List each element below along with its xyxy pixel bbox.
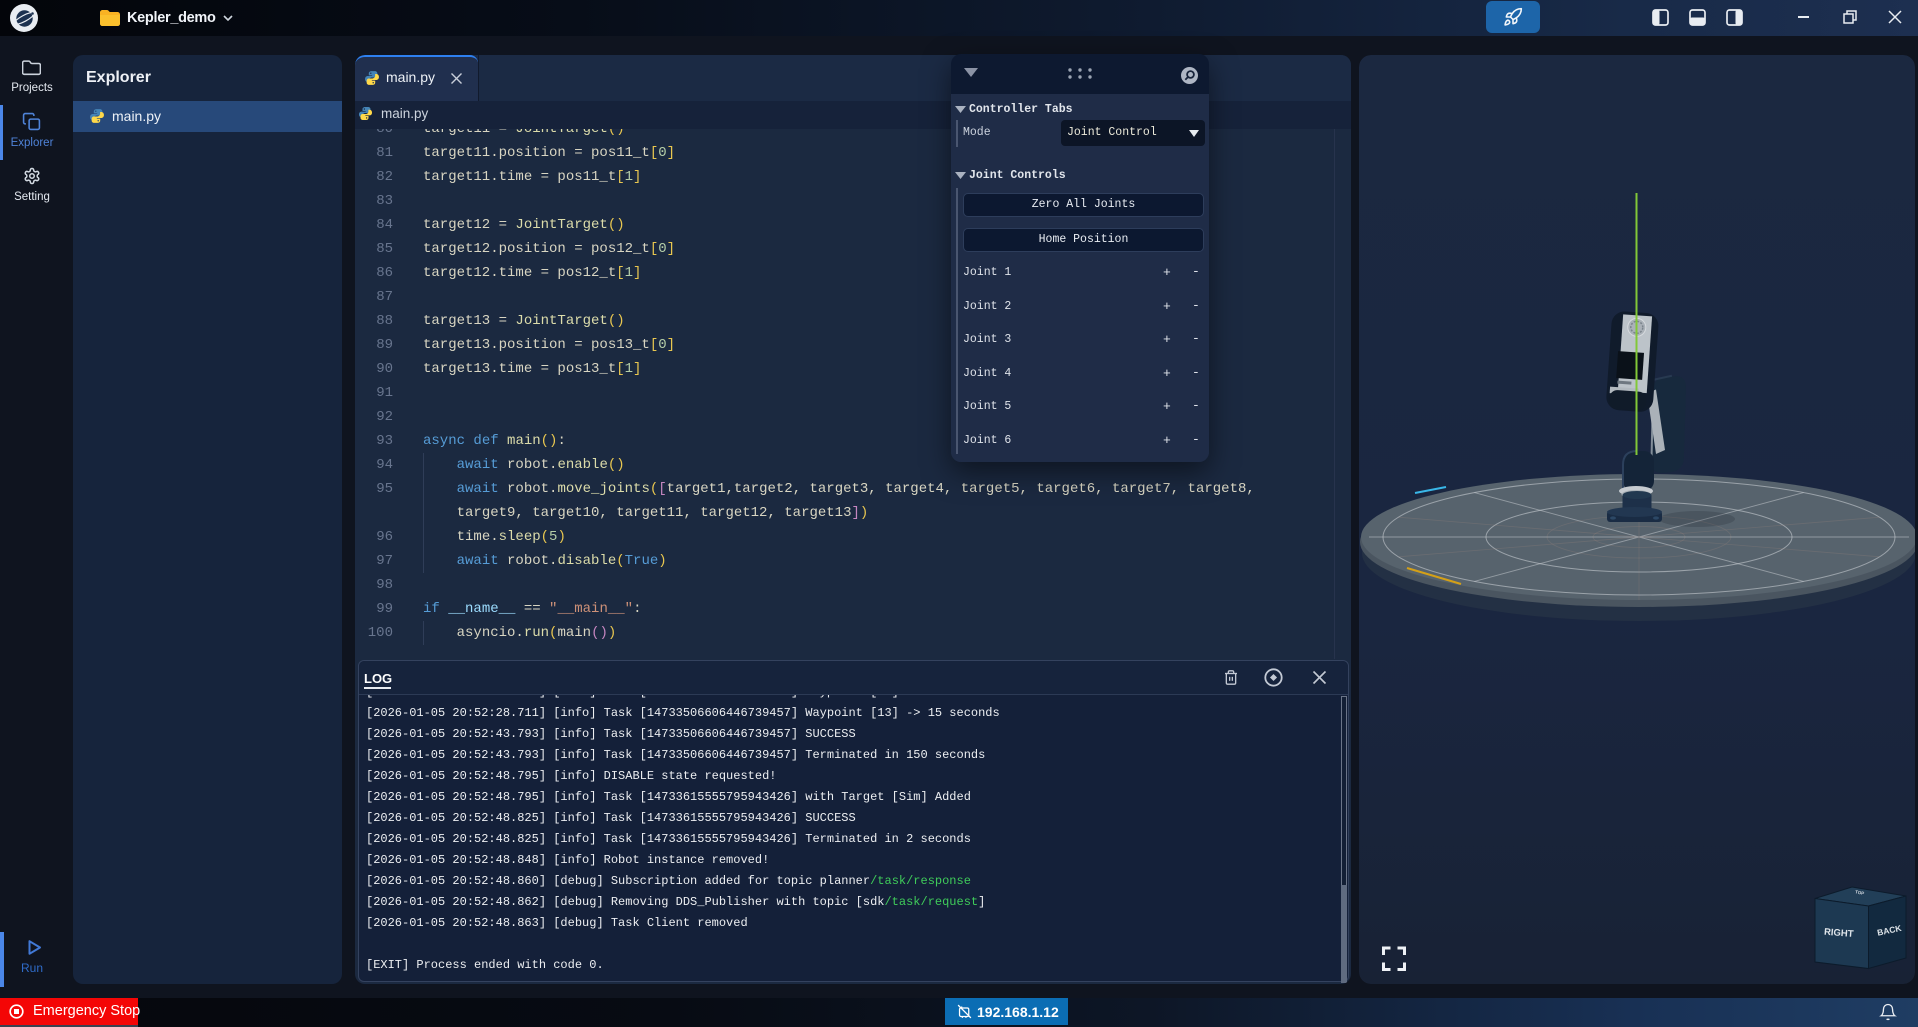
- svg-text:RIGHT: RIGHT: [1824, 927, 1855, 940]
